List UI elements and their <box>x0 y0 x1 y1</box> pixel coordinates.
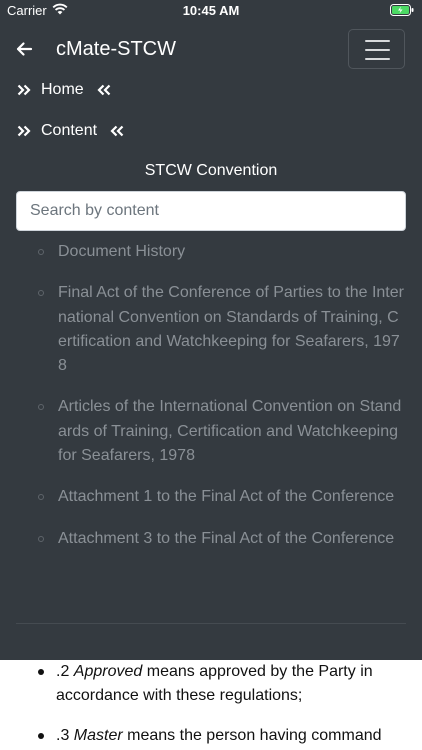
circle-bullet-icon <box>38 535 44 542</box>
top-navbar: cMate-STCW <box>0 28 422 72</box>
document-title: Final Act of the Conference of Parties t… <box>58 284 404 375</box>
definition-item: .3 Master means the person having comman… <box>0 724 422 748</box>
definition-text: means the person having command <box>122 727 382 744</box>
breadcrumb-home[interactable]: Home <box>16 78 112 102</box>
breadcrumb-label: Home <box>41 81 84 98</box>
menu-bar-icon <box>365 40 390 42</box>
definition-term: Master <box>73 727 123 744</box>
definition-item: .2 Approved means approved by the Party … <box>0 660 422 708</box>
document-link[interactable]: Final Act of the Conference of Parties t… <box>0 281 422 378</box>
document-title: Articles of the International Convention… <box>58 398 402 465</box>
document-title: Document History <box>58 243 186 260</box>
double-chevron-right-icon <box>17 125 31 137</box>
menu-bar-icon <box>365 49 390 51</box>
content-body: .2 Approved means approved by the Party … <box>0 660 422 750</box>
document-list: Document History Final Act of the Confer… <box>0 240 422 568</box>
navigation-panel: Carrier 10:45 AM cMate-STCW Home Content… <box>0 0 422 660</box>
breadcrumb-label: Content <box>41 122 98 139</box>
double-chevron-right-icon <box>17 84 31 96</box>
document-title: Attachment 1 to the Final Act of the Con… <box>58 488 395 506</box>
circle-bullet-icon <box>38 494 44 501</box>
back-arrow-icon[interactable] <box>14 38 36 60</box>
document-link[interactable]: Attachment 3 to the Final Act of the Con… <box>0 527 422 551</box>
definition-number: .3 <box>56 727 74 744</box>
circle-bullet-icon <box>38 290 44 297</box>
double-chevron-left-icon <box>110 125 124 137</box>
menu-bar-icon <box>365 58 390 60</box>
status-bar: Carrier 10:45 AM <box>0 0 422 22</box>
document-title: Attachment 3 to the Final Act of the Con… <box>58 529 395 547</box>
circle-bullet-icon <box>38 249 44 255</box>
bullet-icon <box>38 669 44 675</box>
battery-icon <box>390 4 414 19</box>
definition-term: Approved <box>73 663 143 680</box>
app-title: cMate-STCW <box>56 38 176 60</box>
breadcrumb-content[interactable]: Content <box>16 119 125 143</box>
document-link[interactable]: Document History <box>0 240 422 264</box>
hamburger-menu-button[interactable] <box>348 29 405 69</box>
section-title: STCW Convention <box>144 162 278 179</box>
divider <box>16 623 406 624</box>
document-link[interactable]: Attachment 1 to the Final Act of the Con… <box>0 485 422 509</box>
double-chevron-left-icon <box>97 84 110 96</box>
definition-number: .2 <box>56 663 74 680</box>
circle-bullet-icon <box>38 404 44 411</box>
search-input[interactable] <box>16 191 406 231</box>
bullet-icon <box>38 733 44 739</box>
document-link[interactable]: Articles of the International Convention… <box>0 395 422 468</box>
clock: 10:45 AM <box>182 3 240 18</box>
